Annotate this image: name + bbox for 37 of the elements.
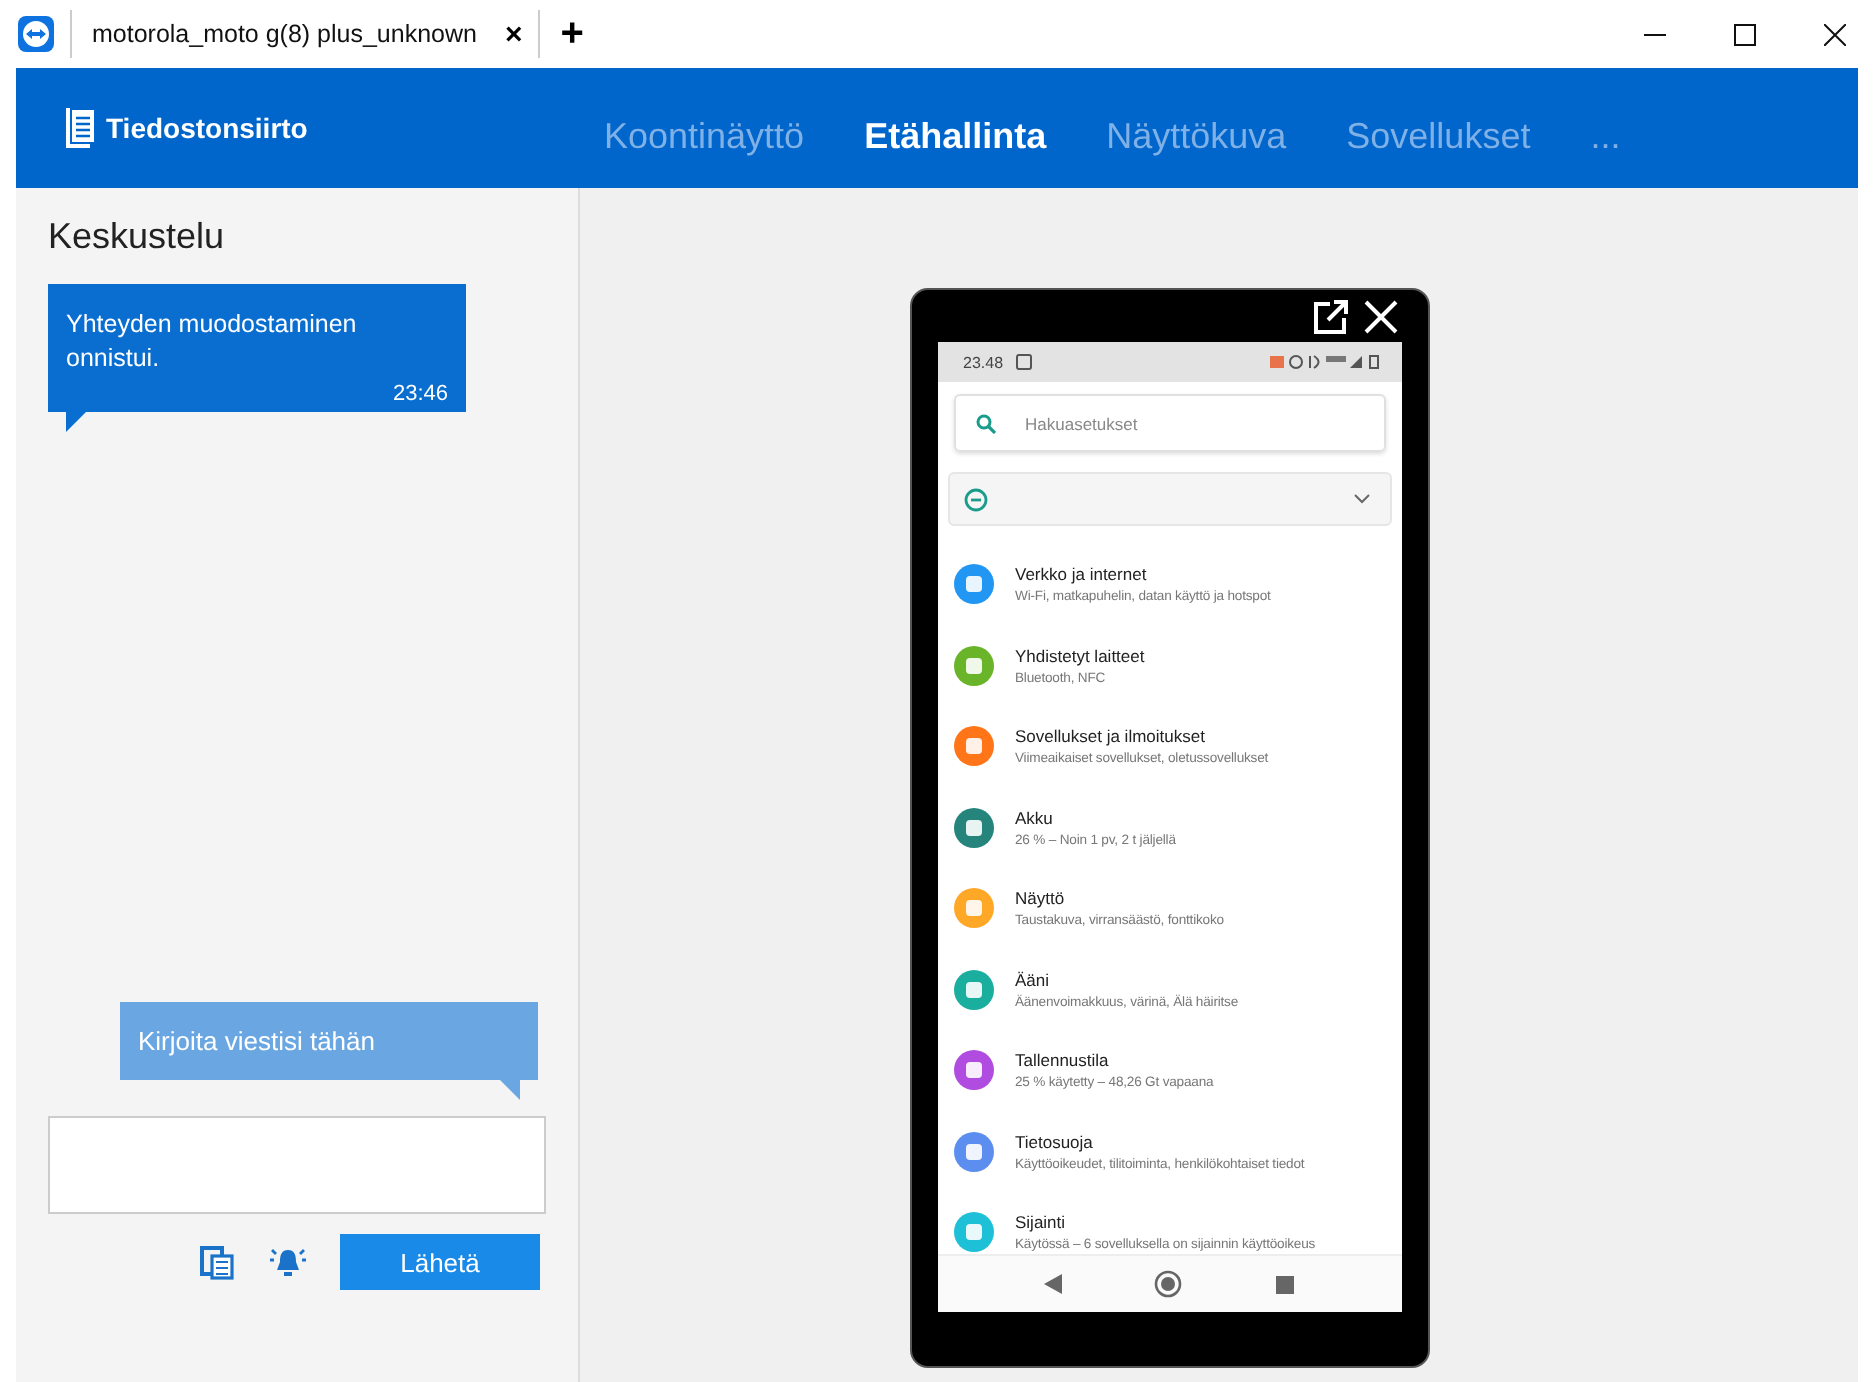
setting-title[interactable]: Ääni [1015, 969, 1239, 990]
home-icon[interactable] [1154, 1270, 1183, 1298]
message-text: Yhteyden muodostaminen onnistui. [66, 308, 359, 376]
setting-title[interactable]: Akku [1015, 807, 1176, 828]
search-icon [975, 413, 995, 433]
chevron-down-icon[interactable] [1353, 494, 1369, 504]
close-icon[interactable] [1824, 23, 1846, 45]
do-not-disturb-icon [963, 487, 987, 511]
hint-text: Kirjoita viestisi tähän [138, 1026, 375, 1056]
message-input[interactable] [48, 1116, 546, 1214]
remote-logo-icon [18, 16, 54, 52]
recents-icon[interactable] [1276, 1275, 1295, 1293]
notification-icon [1015, 354, 1032, 370]
search-field[interactable]: Hakuasetukset [953, 394, 1385, 452]
setting-title[interactable]: Näyttö [1015, 888, 1224, 909]
setting-title[interactable]: Sijainti [1015, 1212, 1316, 1233]
setting-title[interactable]: Yhdistetyt laitteet [1015, 645, 1145, 666]
device-tab[interactable]: motorola_moto g(8) plus_unknown [92, 20, 477, 48]
send-button[interactable]: Lähetä [340, 1234, 540, 1290]
status-time: 23.48 [963, 353, 1004, 371]
setting-title[interactable]: Sovellukset ja ilmoitukset [1015, 726, 1269, 747]
status-icons-drawing [1269, 354, 1385, 370]
bell-icon[interactable] [270, 1244, 306, 1280]
popout-icon[interactable] [1313, 299, 1347, 333]
new-tab-button[interactable]: + [560, 11, 584, 57]
nav-tab[interactable]: Etähallinta [864, 115, 1047, 157]
chat-title: Keskustelu [48, 216, 227, 258]
back-icon[interactable] [1043, 1274, 1062, 1294]
close-tab-button[interactable]: × [504, 17, 523, 51]
setting-title[interactable]: Tallennustila [1015, 1050, 1214, 1071]
file-transfer-label[interactable]: Tiedostonsiirto [106, 112, 308, 144]
document-icon [66, 108, 94, 148]
file-icon[interactable] [200, 1244, 236, 1280]
setting-title[interactable]: Tietosuoja [1015, 1131, 1305, 1152]
message-time: 23:46 [392, 382, 448, 406]
setting-title[interactable]: Verkko ja internet [1015, 564, 1271, 585]
maximize-icon[interactable] [1734, 23, 1756, 45]
